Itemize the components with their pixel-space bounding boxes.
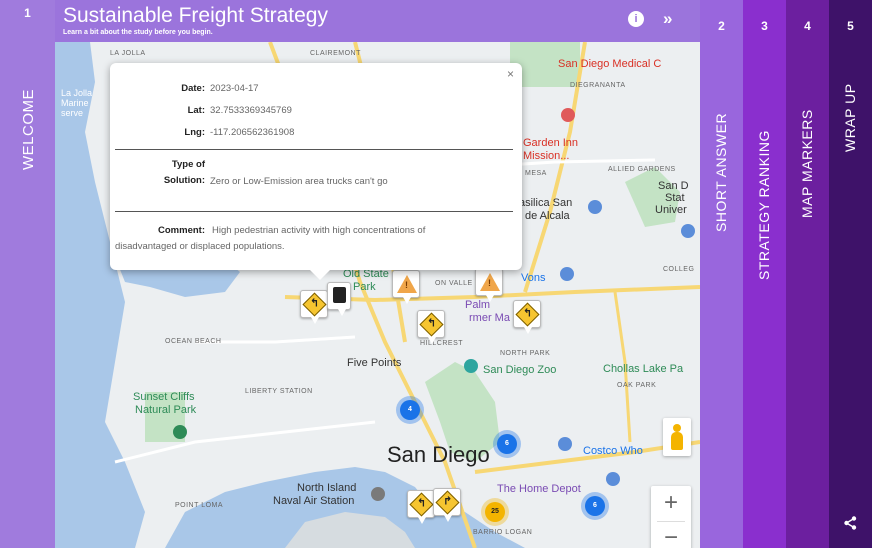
map-label-north-park: NORTH PARK bbox=[500, 350, 551, 357]
map-label-home-depot: The Home Depot bbox=[497, 483, 581, 495]
zoom-in-button[interactable]: + bbox=[651, 486, 691, 521]
map-label-basilica-1: asilica San bbox=[519, 197, 573, 209]
map-label-sunset-cliffs-2: Natural Park bbox=[135, 404, 197, 416]
map-marker-turn-sign[interactable]: ↰ bbox=[407, 490, 435, 524]
comment-line-1: High pedestrian activity with high conce… bbox=[212, 225, 426, 236]
map-marker-warning[interactable]: ! bbox=[392, 270, 420, 304]
map-cluster[interactable]: 25 bbox=[485, 502, 505, 522]
tab-map-markers-label: MAP MARKERS bbox=[799, 109, 815, 218]
type-label-line2: Solution: bbox=[163, 175, 205, 186]
map-cluster[interactable]: 4 bbox=[400, 400, 420, 420]
zoom-out-button[interactable]: − bbox=[651, 521, 691, 548]
map-cluster[interactable]: 6 bbox=[497, 434, 517, 454]
map-label-hillcrest: HILLCREST bbox=[420, 340, 464, 347]
tab-strategy-ranking-label: STRATEGY RANKING bbox=[756, 130, 772, 280]
info-icon[interactable]: i bbox=[628, 11, 644, 27]
map-label-old-town-2: Park bbox=[353, 281, 376, 293]
map-marker-turn-sign[interactable]: ↰ bbox=[417, 310, 445, 344]
tab-welcome-label: WELCOME bbox=[20, 88, 37, 170]
map-label-san-diego: San Diego bbox=[387, 442, 490, 467]
map-label-liberty-station: LIBERTY STATION bbox=[245, 388, 313, 395]
map-label-costco: Costco Who bbox=[583, 445, 643, 457]
map-label-garden-inn-1: Garden Inn bbox=[523, 137, 579, 149]
tab-wrap-up-label: WRAP UP bbox=[842, 83, 858, 152]
comment-line-2: disadvantaged or displaced populations. bbox=[115, 241, 285, 252]
header-bar: Sustainable Freight Strategy Learn a bit… bbox=[55, 0, 700, 42]
map-label-la-jolla: LA JOLLA bbox=[110, 50, 146, 57]
map-label-garden-inn-2: Mission... bbox=[523, 150, 570, 162]
tab-short-answer-label: SHORT ANSWER bbox=[713, 112, 729, 232]
map-label-point-loma: POINT LOMA bbox=[175, 502, 224, 509]
type-label-line1: Type of bbox=[171, 159, 205, 170]
map-label-five-points: Five Points bbox=[347, 357, 402, 369]
street-view-pegman-icon[interactable] bbox=[663, 418, 691, 456]
map-marker-warning[interactable]: ! bbox=[475, 268, 503, 302]
close-icon[interactable]: × bbox=[507, 67, 514, 81]
map-label-sdsu-1: San D bbox=[658, 180, 689, 192]
map-cluster[interactable]: 6 bbox=[585, 496, 605, 516]
tab-welcome[interactable]: 1 WELCOME bbox=[0, 0, 55, 548]
map-label-college: COLLEG bbox=[663, 266, 695, 273]
map-label-palm-2: rmer Ma bbox=[469, 312, 510, 324]
share-icon[interactable] bbox=[844, 516, 857, 530]
map-label-mission-valley: ON VALLE bbox=[435, 280, 473, 287]
map-label-zoo: San Diego Zoo bbox=[483, 364, 557, 376]
page-title: Sustainable Freight Strategy bbox=[63, 4, 328, 27]
map-marker-truck[interactable] bbox=[327, 282, 351, 316]
map-label-allied-gardens: ALLIED GARDENS bbox=[608, 166, 676, 173]
map-label-sdsu-3: Univer bbox=[655, 204, 687, 216]
map-label-vons: Vons bbox=[521, 272, 546, 284]
tab-short-answer-number: 2 bbox=[718, 19, 725, 33]
marker-info-popup: × Date: 2023-04-17 Lat: 32.7533369345769… bbox=[110, 63, 522, 280]
map-label-marine-1: La Jolla bbox=[61, 88, 93, 98]
map-label-sunset-cliffs-1: Sunset Cliffs bbox=[133, 391, 195, 403]
tab-map-markers[interactable]: 4 MAP MARKERS bbox=[786, 0, 829, 548]
map-label-north-island-1: North Island bbox=[297, 482, 357, 494]
lat-label: Lat: bbox=[187, 105, 205, 116]
map-label-marine-2: Marine bbox=[61, 98, 89, 108]
tab-map-markers-number: 4 bbox=[804, 19, 811, 33]
date-value: 2023-04-17 bbox=[210, 83, 259, 94]
tab-short-answer[interactable]: 2 SHORT ANSWER bbox=[700, 0, 743, 548]
map-label-chollas: Chollas Lake Pa bbox=[603, 363, 684, 375]
map-label-north-island-2: Naval Air Station bbox=[273, 495, 355, 507]
page-subtitle: Learn a bit about the study before you b… bbox=[63, 29, 213, 36]
map-label-ocean-beach: OCEAN BEACH bbox=[165, 338, 222, 345]
tab-wrap-up[interactable]: 5 WRAP UP bbox=[829, 0, 872, 548]
map-marker-turn-sign[interactable]: ↰ bbox=[300, 290, 328, 324]
double-chevron-right-icon[interactable]: » bbox=[663, 9, 672, 29]
tab-strategy-ranking-number: 3 bbox=[761, 19, 768, 33]
map-marker-turn-sign[interactable]: ↱ bbox=[433, 488, 461, 522]
map-label-marine-3: serve bbox=[61, 108, 84, 118]
popup-divider bbox=[115, 211, 513, 212]
map-label-oak-park: OAK PARK bbox=[617, 382, 657, 389]
map-label-mesa: MESA bbox=[525, 170, 547, 177]
map-label-barrio-logan: BARRIO LOGAN bbox=[473, 529, 533, 536]
map-label-basilica-2: de Alcala bbox=[525, 210, 570, 222]
comment-label: Comment: bbox=[158, 225, 205, 236]
map-label-sdsu-2: Stat bbox=[665, 192, 685, 204]
date-label: Date: bbox=[181, 83, 205, 94]
lat-value: 32.7533369345769 bbox=[210, 105, 292, 116]
map-label-clairemont: CLAIREMONT bbox=[310, 50, 361, 57]
tab-welcome-number: 1 bbox=[24, 6, 31, 20]
map-label-kearny: DIEGRANANTA bbox=[570, 82, 626, 89]
zoom-control: + − bbox=[651, 486, 691, 548]
tab-wrap-up-number: 5 bbox=[847, 19, 854, 33]
type-value: Zero or Low-Emission area trucks can't g… bbox=[210, 176, 388, 187]
map-marker-turn-sign[interactable]: ↰ bbox=[513, 300, 541, 334]
popup-divider bbox=[115, 149, 513, 150]
lng-label: Lng: bbox=[184, 127, 205, 138]
lng-value: -117.206562361908 bbox=[210, 127, 295, 138]
tab-strategy-ranking[interactable]: 3 STRATEGY RANKING bbox=[743, 0, 786, 548]
app: 1 WELCOME Sustainable Freight Strategy L… bbox=[0, 0, 872, 548]
map-label-medical-center: San Diego Medical C bbox=[558, 58, 662, 70]
